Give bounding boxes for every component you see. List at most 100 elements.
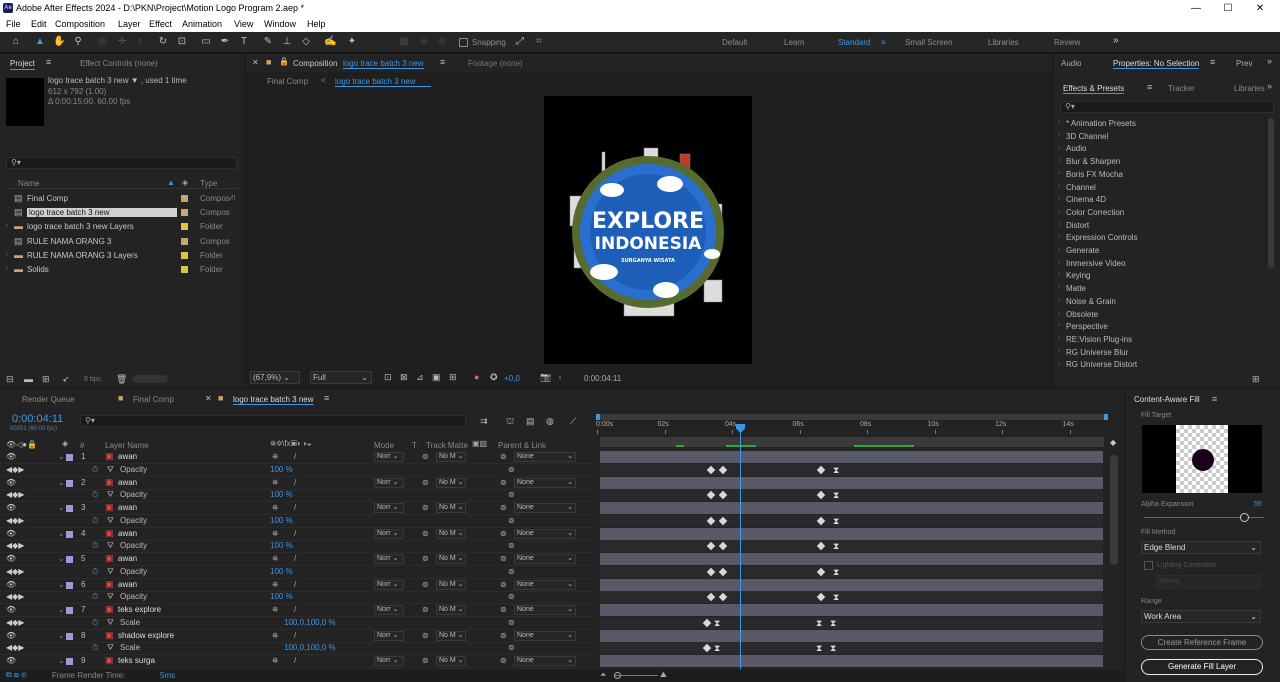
rotate-tool-icon[interactable]: ↻ xyxy=(157,36,169,48)
effects-category[interactable]: › Keying xyxy=(1058,270,1264,282)
layer-row[interactable]: 👁 ⌄ 1 ▣ awan ⛯ / Norr ⌄ ⊚ No M ⌄ ⊚ None ⌄ xyxy=(0,451,596,464)
effects-category[interactable]: › Blur & Sharpen xyxy=(1058,156,1264,168)
layer-name[interactable]: awan xyxy=(118,554,137,563)
track-matte-dropdown[interactable]: No M ⌄ xyxy=(436,477,466,488)
snap-edges-icon[interactable]: ⤢ xyxy=(514,36,526,48)
tab-audio[interactable]: Audio xyxy=(1061,59,1081,68)
show-snapshot-icon[interactable]: ◐ xyxy=(558,372,563,382)
pick-whip-icon[interactable]: ⊚ xyxy=(500,503,507,512)
transparency-grid-icon[interactable]: ⊠ xyxy=(400,372,408,383)
interpret-footage-icon[interactable]: ⊟ xyxy=(6,374,14,385)
effects-category[interactable]: › Boris FX Mocha xyxy=(1058,169,1264,181)
quality-switch-icon[interactable]: / xyxy=(294,656,296,665)
roto-brush-icon[interactable]: ✍ xyxy=(324,36,336,48)
quality-switch-icon[interactable]: / xyxy=(294,503,296,512)
workspace-default[interactable]: Default xyxy=(722,38,747,47)
menu-view[interactable]: View xyxy=(234,19,253,29)
graph-icon[interactable]: ⛛ xyxy=(107,618,114,628)
visibility-eye-icon[interactable]: 👁 xyxy=(6,554,16,563)
keyframe[interactable] xyxy=(816,516,826,525)
adjust-settings-icon[interactable]: ➶ xyxy=(62,374,70,385)
sort-arrow-icon[interactable]: ▲ xyxy=(167,178,175,187)
lighting-correction-checkbox[interactable] xyxy=(1144,561,1153,570)
layer-duration-bar[interactable] xyxy=(600,476,1103,489)
property-value[interactable]: 100,0,100,0 % xyxy=(284,643,336,652)
breadcrumb-current[interactable]: logo trace batch 3 new xyxy=(335,77,431,87)
generate-fill-layer-button[interactable]: Generate Fill Layer xyxy=(1141,659,1263,675)
more-workspaces-icon[interactable]: » xyxy=(1113,35,1119,46)
pick-whip-icon[interactable]: ⊚ xyxy=(500,452,507,461)
keyframe[interactable] xyxy=(816,567,826,576)
matte-link-icon[interactable]: ⊚ xyxy=(422,580,429,589)
text-tool-icon[interactable]: T xyxy=(238,36,250,48)
snapshot-icon[interactable]: 📷 xyxy=(540,372,551,383)
effects-category[interactable]: › RG Universe Blur xyxy=(1058,347,1264,359)
keyframe[interactable] xyxy=(718,516,728,525)
trash-icon[interactable]: 🗑 xyxy=(116,374,127,385)
shy-switch-icon[interactable]: ⛯ xyxy=(272,478,278,488)
keyframe-nav-icon[interactable]: ◀◆▶ xyxy=(6,643,24,652)
draft-3d-icon[interactable]: ⛫ xyxy=(506,416,514,428)
quality-switch-icon[interactable]: / xyxy=(294,529,296,538)
breadcrumb-final-comp[interactable]: Final Comp xyxy=(267,77,308,86)
expression-icon[interactable]: ⊚ xyxy=(508,618,515,627)
track-matte-dropdown[interactable]: No M ⌄ xyxy=(436,554,466,564)
stopwatch-icon[interactable]: ⏱ xyxy=(92,643,98,653)
shy-switch-icon[interactable]: ⛯ xyxy=(272,452,278,462)
workspace-review[interactable]: Review xyxy=(1054,38,1080,47)
shy-switch-icon[interactable]: ⛯ xyxy=(272,631,278,641)
graph-editor-icon[interactable]: ⟋ xyxy=(570,416,576,427)
layer-name[interactable]: teks surga xyxy=(118,656,155,665)
layer-duration-bar[interactable] xyxy=(600,604,1103,616)
comp-tab-prefix[interactable]: Composition xyxy=(293,59,337,68)
project-item[interactable]: ▤ logo trace batch 3 new Compos xyxy=(6,206,239,219)
project-item[interactable]: › ▬ Solids Folder xyxy=(6,263,239,276)
label-swatch[interactable] xyxy=(181,209,188,217)
minimize-button[interactable]: — xyxy=(1186,2,1206,16)
layer-row[interactable]: 👁 ⌄ 8 ▣ shadow explore ⛯ / Norr ⌄ ⊚ No M ⌄ ⊚ None ⌄ xyxy=(0,630,596,643)
quality-switch-icon[interactable]: / xyxy=(294,605,296,614)
parent-dropdown[interactable]: None ⌄ xyxy=(514,528,576,539)
property-track[interactable]: ⧗ xyxy=(600,463,1103,476)
close-button[interactable]: ✕ xyxy=(1250,2,1270,16)
label-swatch[interactable] xyxy=(181,251,188,259)
visibility-eye-icon[interactable]: 👁 xyxy=(6,503,16,512)
expand-arrow-icon[interactable]: › xyxy=(1058,144,1060,151)
pick-whip-icon[interactable]: ⊚ xyxy=(500,478,507,487)
layer-label-swatch[interactable] xyxy=(66,581,73,589)
range-dropdown[interactable]: Work Area ⌄ xyxy=(1141,610,1261,623)
keyframe[interactable] xyxy=(706,516,716,525)
matte-link-icon[interactable]: ⊚ xyxy=(422,554,429,563)
mask-visibility-icon[interactable]: ⊿ xyxy=(416,372,424,383)
lock-icon[interactable]: 🔒 xyxy=(279,57,289,66)
easy-ease-keyframe[interactable]: ⧗ xyxy=(833,490,839,500)
strength-dropdown[interactable]: Strong xyxy=(1156,575,1261,588)
tab-project[interactable]: Project xyxy=(10,59,35,70)
expand-arrow-icon[interactable]: › xyxy=(1058,322,1060,329)
label-swatch[interactable] xyxy=(181,266,188,273)
zoom-dropdown[interactable]: (67,9%) ⌄ xyxy=(250,371,300,384)
properties-menu-icon[interactable]: ≡ xyxy=(1210,57,1215,67)
property-track[interactable]: ⧗ ⧗ ⧗ xyxy=(600,642,1103,655)
expression-icon[interactable]: ⊚ xyxy=(508,516,515,525)
expand-arrow-icon[interactable]: › xyxy=(1058,170,1060,177)
property-row[interactable]: ◀◆▶ ⏱ ⛛ Opacity 100 % ⊚ xyxy=(0,464,596,477)
pick-whip-icon[interactable]: ⊚ xyxy=(500,580,507,589)
rectangle-tool-icon[interactable]: ▭ xyxy=(200,36,212,48)
layer-row[interactable]: 👁 ⌄ 5 ▣ awan ⛯ / Norr ⌄ ⊚ No M ⌄ ⊚ None ⌄ xyxy=(0,553,596,566)
shy-switch-icon[interactable]: ⛯ xyxy=(272,554,278,564)
expand-arrow-icon[interactable]: › xyxy=(1058,259,1060,266)
layer-duration-bar[interactable] xyxy=(600,451,1103,463)
property-track[interactable]: ⧗ ⧗ ⧗ xyxy=(600,616,1103,629)
col-type[interactable]: Type xyxy=(200,179,217,188)
layer-row[interactable]: 👁 ⌄ 3 ▣ awan ⛯ / Norr ⌄ ⊚ No M ⌄ ⊚ None ⌄ xyxy=(0,502,596,515)
effects-category[interactable]: › Color Correction xyxy=(1058,207,1264,219)
keyframe[interactable] xyxy=(718,542,728,551)
pick-whip-icon[interactable]: ⊚ xyxy=(500,656,507,665)
effects-category[interactable]: › Expression Controls xyxy=(1058,232,1264,244)
project-item[interactable]: › ▬ logo trace batch 3 new Layers Folder xyxy=(6,220,239,233)
comp-button-icon[interactable]: ◆ xyxy=(1110,438,1120,450)
bpc-label[interactable]: 8 bpc xyxy=(84,376,101,383)
thumbnail-size-slider[interactable] xyxy=(132,375,168,383)
matte-link-icon[interactable]: ⊚ xyxy=(422,503,429,512)
